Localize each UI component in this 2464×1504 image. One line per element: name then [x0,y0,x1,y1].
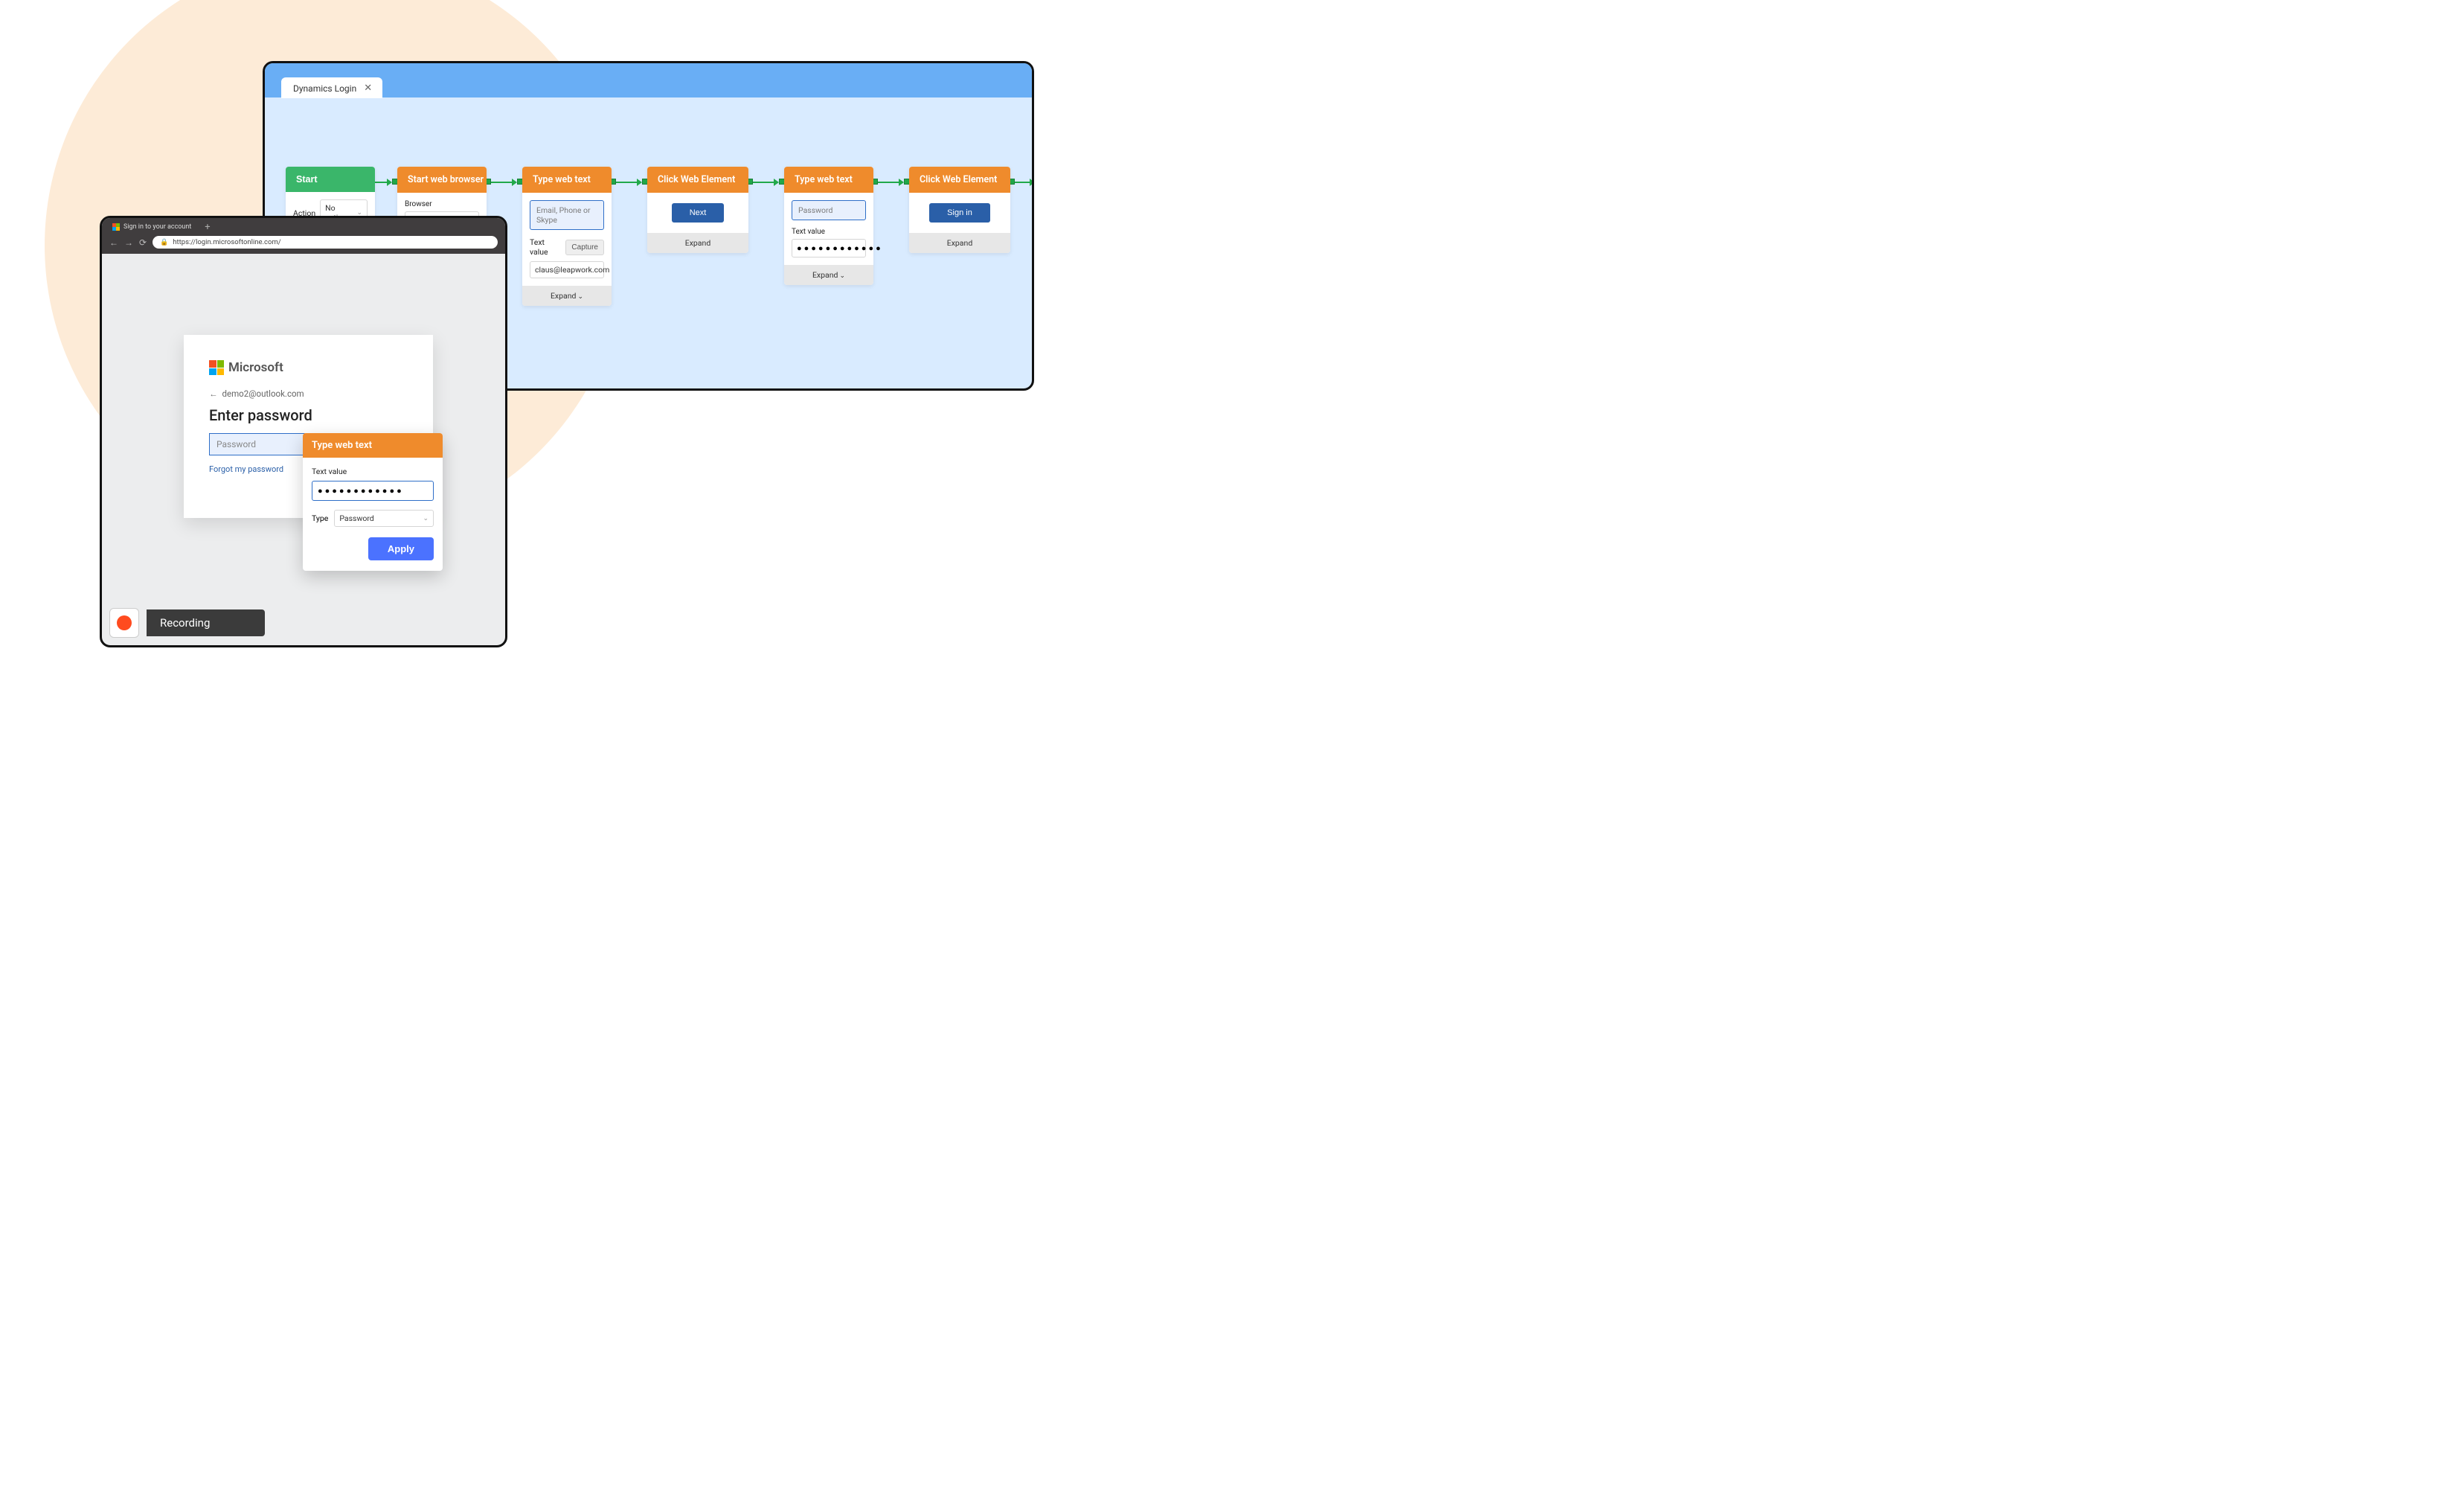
field-label: Text value [792,228,866,236]
connector-line [616,182,637,183]
field-label: Text value [312,467,434,476]
chevron-down-icon: ⌄ [577,293,583,301]
popover-header: Type web text [303,433,443,458]
node-header: Start web browser [397,167,487,193]
browser-tab[interactable]: Sign in to your account [106,221,197,233]
microsoft-favicon-icon [112,223,120,231]
target-element-preview[interactable]: Password [792,200,866,220]
apply-button[interactable]: Apply [368,537,434,560]
node-header: Start [286,167,375,192]
tab-strip: Sign in to your account + [102,218,505,233]
lock-icon: 🔒 [160,239,168,246]
field-label: Text value [530,237,561,257]
record-button[interactable] [109,608,139,638]
field-label: Type [312,513,328,523]
field-label: Browser [405,200,479,208]
reload-button[interactable]: ⟳ [139,237,147,248]
expand-toggle[interactable]: Expand⌄ [522,286,612,306]
node-click-signin[interactable]: Click Web Element Sign in Expand [909,167,1010,253]
text-value-input[interactable]: ●●●●●●●●●●●● [312,481,434,501]
login-heading: Enter password [209,406,408,424]
text-value-input[interactable]: ●●●●●●●●●●●● [792,239,866,257]
close-icon[interactable]: ✕ [364,83,372,94]
flow-tab-title: Dynamics Login [293,83,356,94]
node-header: Click Web Element [647,167,748,193]
expand-toggle[interactable]: Expand [647,233,748,253]
microsoft-wordmark: Microsoft [228,360,283,375]
microsoft-logo: Microsoft [209,360,408,375]
target-element-preview[interactable]: Next [672,203,725,223]
microsoft-logo-icon [209,360,224,375]
browser-chrome: Sign in to your account + ← → ⟳ 🔒 https:… [102,218,505,254]
arrow-right-icon [512,179,517,186]
node-header: Click Web Element [909,167,1010,193]
type-text-popover[interactable]: Type web text Text value ●●●●●●●●●●●● Ty… [303,433,443,571]
flow-titlebar: Dynamics Login ✕ [265,63,1032,97]
address-url: https://login.microsoftonline.com/ [173,238,280,246]
node-header: Type web text [522,167,612,193]
capture-button[interactable]: Capture [565,240,604,255]
flow-tab[interactable]: Dynamics Login ✕ [281,77,382,98]
browser-toolbar: ← → ⟳ 🔒 https://login.microsoftonline.co… [102,233,505,252]
arrow-right-icon [1030,179,1034,186]
chevron-down-icon: ⌄ [839,272,845,280]
recording-bar: Recording [109,608,265,638]
dropdown-value: Password [339,513,373,523]
expand-toggle[interactable]: Expand [909,233,1010,253]
arrow-right-icon [387,179,392,186]
browser-window: Sign in to your account + ← → ⟳ 🔒 https:… [100,216,507,647]
target-element-preview[interactable]: Email, Phone or Skype [530,200,604,230]
browser-tab-title: Sign in to your account [123,223,191,231]
node-header: Type web text [784,167,873,193]
connector-line [491,182,512,183]
target-element-preview[interactable]: Sign in [929,203,990,223]
arrow-right-icon [774,179,779,186]
chevron-down-icon: ⌄ [423,515,429,522]
record-icon [117,615,132,630]
type-dropdown[interactable]: Password ⌄ [334,510,434,527]
node-type-text-email[interactable]: Type web text Email, Phone or Skype Text… [522,167,612,306]
back-to-accounts[interactable]: ← demo2@outlook.com [209,388,408,399]
text-value: claus@leapwork.com [535,265,609,275]
forward-button[interactable]: → [124,237,133,248]
account-email: demo2@outlook.com [222,388,304,399]
node-click-next[interactable]: Click Web Element Next Expand [647,167,748,253]
arrow-left-icon: ← [209,388,218,399]
new-tab-button[interactable]: + [205,222,210,233]
text-value-input[interactable]: claus@leapwork.com [530,261,604,278]
connector-line [753,182,774,183]
arrow-right-icon [899,179,904,186]
expand-toggle[interactable]: Expand⌄ [784,265,873,285]
address-bar[interactable]: 🔒 https://login.microsoftonline.com/ [153,236,498,249]
back-button[interactable]: ← [109,237,118,248]
recording-label: Recording [147,609,265,636]
connector-line [878,182,899,183]
arrow-right-icon [637,179,642,186]
node-type-text-password[interactable]: Type web text Password Text value ●●●●●●… [784,167,873,285]
